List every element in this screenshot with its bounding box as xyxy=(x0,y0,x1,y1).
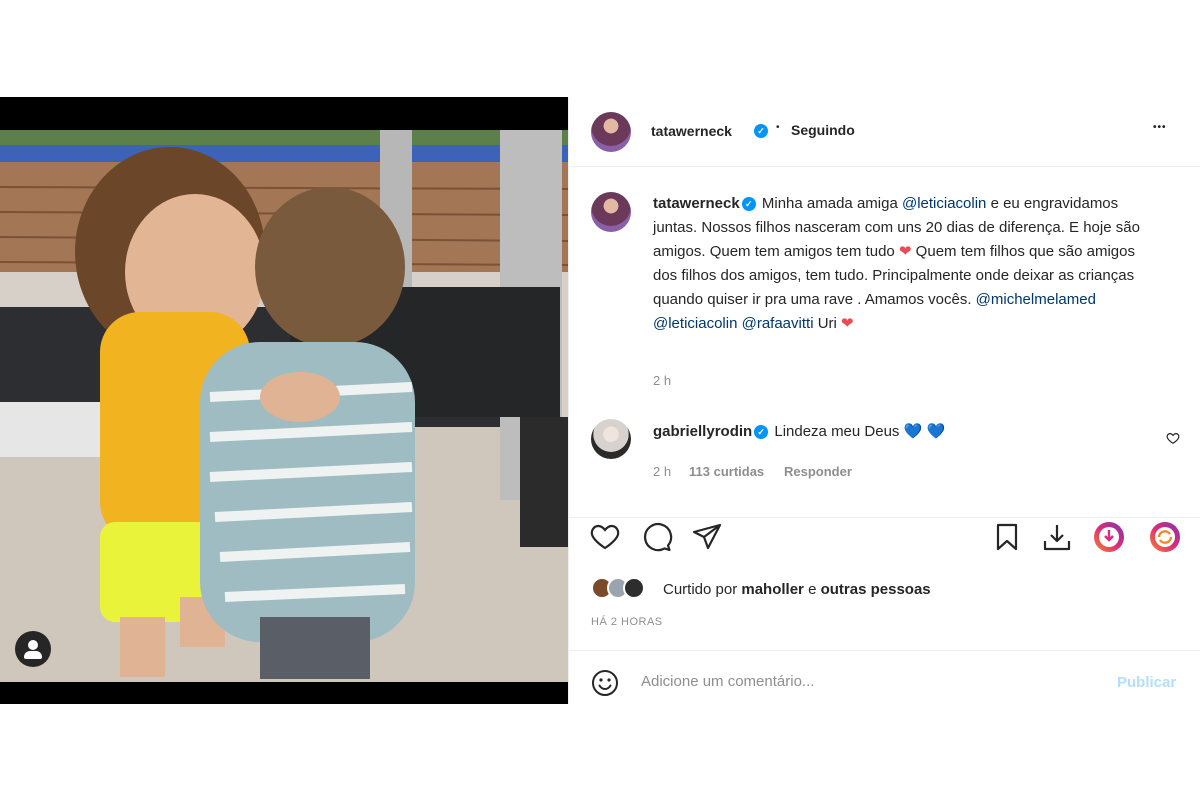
liked-by-user[interactable]: maholler xyxy=(741,581,804,598)
caption-timestamp[interactable]: 2 h xyxy=(653,373,671,388)
verified-badge-icon: ✓ xyxy=(741,197,756,211)
bookmark-icon[interactable] xyxy=(991,521,1023,553)
following-button[interactable]: Seguindo xyxy=(791,122,855,138)
mention-rafaavitti[interactable]: @rafaavitti xyxy=(742,315,814,332)
post-image xyxy=(0,97,568,704)
comment-likes-count[interactable]: 113 curtidas xyxy=(689,464,764,479)
comment: gabriellyrodin ✓ Lindeza meu Deus 💙 💙 xyxy=(653,422,945,440)
author-username[interactable]: tatawerneck xyxy=(651,123,732,139)
caption-text-4: Uri xyxy=(813,315,842,332)
heart-icon[interactable] xyxy=(589,521,621,553)
red-heart-emoji: ❤ xyxy=(898,243,912,260)
mention-leticiacolin[interactable]: @leticiacolin xyxy=(902,195,986,212)
user-icon xyxy=(28,640,38,650)
caption-text-1: Minha amada amiga xyxy=(757,195,902,212)
verified-badge-icon: ✓ xyxy=(754,425,769,439)
mention-michelmelamed[interactable]: @michelmelamed xyxy=(976,291,1096,308)
comment-like-heart-icon[interactable] xyxy=(1166,431,1180,445)
comment-timestamp[interactable]: 2 h xyxy=(653,464,671,479)
comment-text: Lindeza meu Deus xyxy=(770,423,904,440)
post-photo xyxy=(0,97,568,704)
comment-icon[interactable] xyxy=(641,521,673,553)
emoji-icon[interactable] xyxy=(591,669,619,697)
commenter-username[interactable]: gabriellyrodin xyxy=(653,423,752,440)
red-heart-emoji: ❤ xyxy=(841,315,854,332)
author-avatar[interactable] xyxy=(591,112,631,152)
post-time-ago[interactable]: HÁ 2 HORAS xyxy=(591,616,663,628)
liked-by-others[interactable]: outras pessoas xyxy=(821,581,931,598)
send-icon[interactable] xyxy=(691,521,723,553)
extension-refresh-icon[interactable] xyxy=(1149,521,1181,553)
liked-by-text: Curtido por maholler e outras pessoas xyxy=(663,581,931,598)
commenter-avatar[interactable] xyxy=(591,419,631,459)
download-icon[interactable] xyxy=(1041,521,1073,553)
caption-author-avatar[interactable] xyxy=(591,192,631,232)
caption-username[interactable]: tatawerneck xyxy=(653,195,740,212)
mention-leticiacolin-2[interactable]: @leticiacolin xyxy=(653,315,737,332)
more-options-icon[interactable]: ••• xyxy=(1153,122,1167,133)
blue-heart-emoji: 💙 💙 xyxy=(903,423,946,440)
post-caption: tatawerneck ✓ Minha amada amiga @leticiac… xyxy=(653,192,1153,336)
publish-button[interactable]: Publicar xyxy=(1117,674,1176,691)
verified-badge-icon: ✓ xyxy=(754,124,768,138)
comment-input[interactable] xyxy=(641,673,1081,690)
extension-download-icon[interactable] xyxy=(1093,521,1125,553)
tagged-users-button[interactable] xyxy=(15,631,51,667)
post-side-panel: tatawerneck ✓ • Seguindo ••• tatawerneck… xyxy=(568,97,1200,704)
header-separator: • xyxy=(776,122,780,133)
reply-button[interactable]: Responder xyxy=(784,464,852,479)
